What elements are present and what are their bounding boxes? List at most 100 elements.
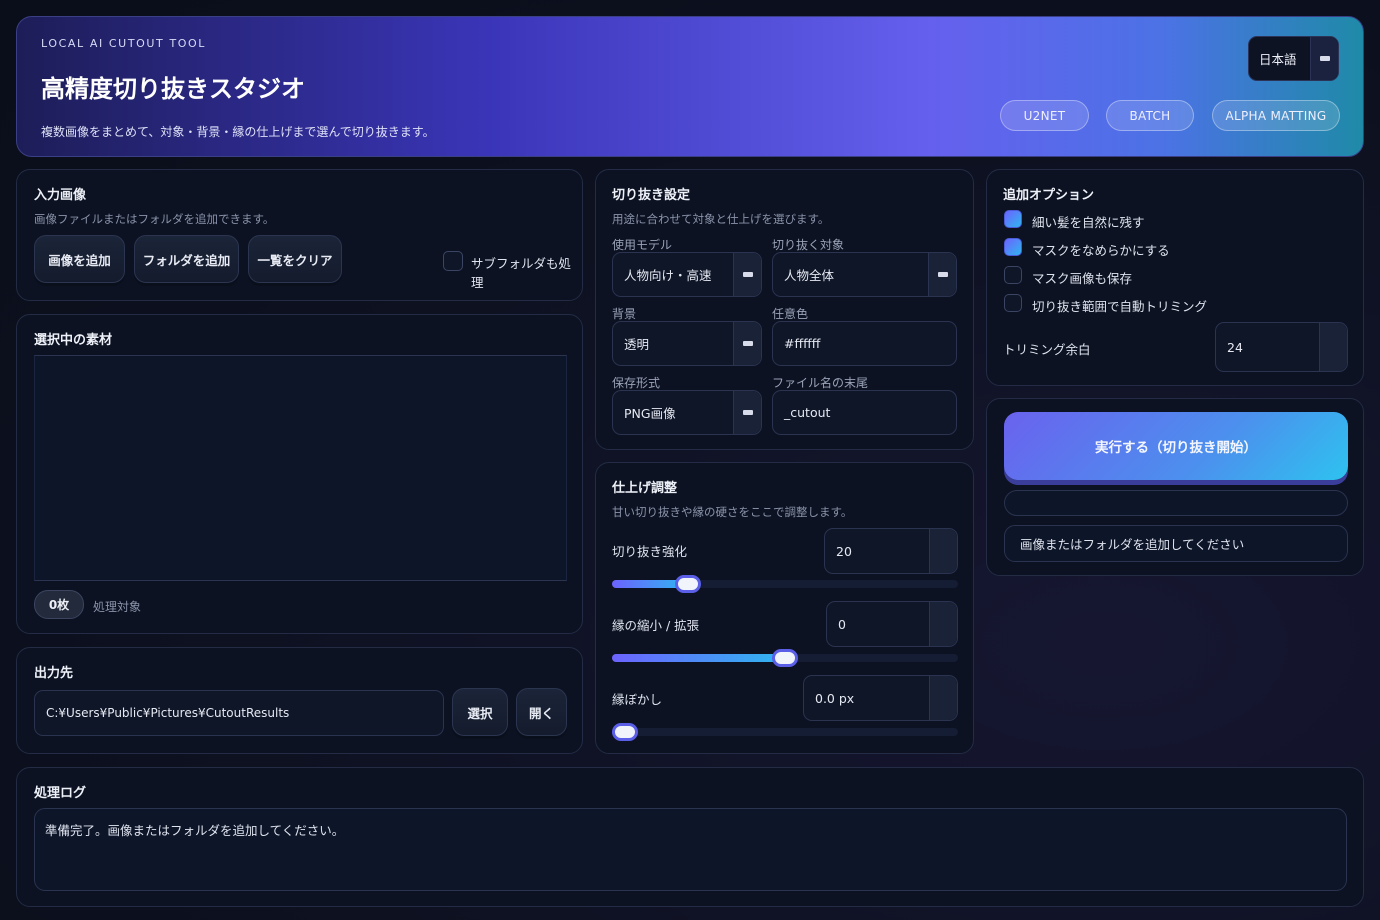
background-select[interactable]: 透明 [612,321,762,366]
trim-margin-label: トリミング余白 [1003,342,1091,357]
format-label: 保存形式 [612,376,661,390]
finish-panel: 仕上げ調整 甘い切り抜きや縁の硬さをここで調整します。 切り抜き強化 20 縁の… [595,462,974,754]
color-value: #ffffff [784,336,821,351]
suffix-label: ファイル名の末尾 [772,376,869,390]
edge-slider-thumb[interactable] [772,649,798,667]
language-select[interactable]: 日本語 [1248,36,1339,81]
language-value: 日本語 [1259,52,1297,67]
add-images-button[interactable]: 画像を追加 [34,235,125,283]
input-panel-title: 入力画像 [34,188,87,203]
spinner-icon[interactable] [929,529,957,573]
run-button-label: 実行する（切り抜き開始） [1095,440,1257,456]
subfolder-checkbox[interactable] [443,251,463,271]
blur-value: 0.0 px [815,690,855,706]
option-label-hair: 細い髪を自然に残す [1032,215,1145,230]
suffix-input[interactable]: _cutout [772,390,957,435]
selection-panel: 選択中の素材 0枚 処理対象 [16,314,583,634]
output-path-field[interactable]: C:¥Users¥Public¥Pictures¥CutoutResults [34,690,444,736]
edge-value: 0 [838,616,846,632]
header-banner: LOCAL AI CUTOUT TOOL 高精度切り抜きスタジオ 複数画像をまと… [16,16,1364,157]
edge-slider[interactable] [612,649,958,667]
model-label: 使用モデル [612,238,673,252]
select-output-button[interactable]: 選択 [452,688,508,736]
app-eyebrow: LOCAL AI CUTOUT TOOL [41,37,207,50]
format-select[interactable]: PNG画像 [612,390,762,435]
option-label-smooth: マスクをなめらかにする [1032,243,1170,258]
options-panel: 追加オプション 細い髪を自然に残す マスクをなめらかにする マスク画像も保存 切… [986,169,1364,386]
selection-panel-title: 選択中の素材 [34,333,113,348]
edge-slider-fill [612,654,785,662]
target-value: 人物全体 [784,268,835,283]
status-box: 画像またはフォルダを追加してください [1004,525,1348,562]
log-textarea[interactable]: 準備完了。画像またはフォルダを追加してください。 [34,808,1347,891]
chevron-down-icon [928,253,956,296]
log-panel: 処理ログ 準備完了。画像またはフォルダを追加してください。 [16,767,1364,907]
format-value: PNG画像 [624,406,676,421]
model-value: 人物向け・高速 [624,268,712,283]
color-label: 任意色 [772,307,809,321]
chevron-down-icon [1310,37,1338,80]
input-panel-subtitle: 画像ファイルまたはフォルダを追加できます。 [34,212,275,226]
option-checkbox-hair[interactable] [1004,210,1022,228]
option-checkbox-auto-trim[interactable] [1004,294,1022,312]
target-label: 切り抜く対象 [772,238,845,252]
log-text: 準備完了。画像またはフォルダを追加してください。 [45,823,345,838]
cutout-settings-title: 切り抜き設定 [612,188,691,203]
color-input[interactable]: #ffffff [772,321,957,366]
cutout-settings-panel: 切り抜き設定 用途に合わせて対象と仕上げを選びます。 使用モデル 人物向け・高速… [595,169,974,450]
clear-list-button[interactable]: 一覧をクリア [248,235,342,283]
run-button[interactable]: 実行する（切り抜き開始） [1004,412,1348,480]
trim-margin-value: 24 [1227,339,1243,355]
badge-alpha-matting: ALPHA MATTING [1212,100,1340,131]
spinner-icon[interactable] [1319,323,1347,371]
chevron-down-icon [733,322,761,365]
output-panel-title: 出力先 [34,666,74,681]
input-panel: 入力画像 画像ファイルまたはフォルダを追加できます。 画像を追加 フォルダを追加… [16,169,583,301]
strength-value: 20 [836,543,852,559]
strength-input[interactable]: 20 [824,528,958,574]
blur-input[interactable]: 0.0 px [803,675,958,721]
add-folder-button[interactable]: フォルダを追加 [134,235,239,283]
strength-slider-thumb[interactable] [675,575,702,593]
badge-u2net: U2NET [1000,100,1089,131]
status-text: 画像またはフォルダを追加してください [1020,537,1245,552]
blur-label: 縁ぼかし [612,692,663,707]
file-list[interactable] [34,355,567,581]
edge-label: 縁の縮小 / 拡張 [612,618,700,633]
progress-bar [1004,490,1348,516]
model-select[interactable]: 人物向け・高速 [612,252,762,297]
chevron-down-icon [733,253,761,296]
target-select[interactable]: 人物全体 [772,252,957,297]
cutout-settings-subtitle: 用途に合わせて対象と仕上げを選びます。 [612,212,830,226]
chevron-down-icon [733,391,761,434]
strength-label: 切り抜き強化 [612,544,688,559]
option-label-auto-trim: 切り抜き範囲で自動トリミング [1032,299,1208,314]
option-checkbox-save-mask[interactable] [1004,266,1022,284]
selection-count-badge: 0枚 [34,590,84,619]
output-path-value: C:¥Users¥Public¥Pictures¥CutoutResults [46,706,290,720]
background-label: 背景 [612,307,637,321]
background-value: 透明 [624,337,650,352]
page-title: 高精度切り抜きスタジオ [41,75,305,103]
finish-panel-subtitle: 甘い切り抜きや縁の硬さをここで調整します。 [612,505,853,519]
option-label-save-mask: マスク画像も保存 [1032,271,1133,286]
spinner-icon[interactable] [929,602,957,646]
strength-slider[interactable] [612,575,958,593]
selection-count-label: 処理対象 [93,600,142,614]
output-panel: 出力先 C:¥Users¥Public¥Pictures¥CutoutResul… [16,647,583,754]
trim-margin-input[interactable]: 24 [1215,322,1348,372]
spinner-icon[interactable] [929,676,957,720]
suffix-value: _cutout [784,405,831,420]
run-panel: 実行する（切り抜き開始） 画像またはフォルダを追加してください [986,398,1364,576]
subfolder-label: サブフォルダも処理 [471,256,572,290]
open-output-button[interactable]: 開く [516,688,567,736]
page-subtitle: 複数画像をまとめて、対象・背景・縁の仕上げまで選んで切り抜きます。 [41,125,435,139]
finish-panel-title: 仕上げ調整 [612,481,678,496]
badge-batch: BATCH [1106,100,1194,131]
edge-input[interactable]: 0 [826,601,958,647]
blur-slider[interactable] [612,723,958,741]
blur-slider-thumb[interactable] [612,723,638,741]
options-panel-title: 追加オプション [1003,188,1095,203]
log-panel-title: 処理ログ [34,786,87,801]
option-checkbox-smooth[interactable] [1004,238,1022,256]
